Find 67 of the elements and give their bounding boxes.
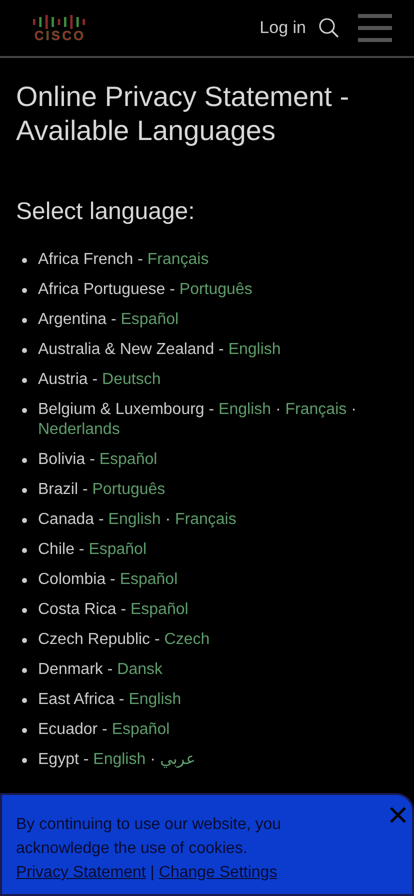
bullet-icon <box>22 488 27 493</box>
language-link[interactable]: Español <box>120 311 179 328</box>
language-link[interactable]: Français <box>147 251 209 268</box>
country-name: Colombia - <box>38 571 116 588</box>
language-link[interactable]: Czech <box>164 631 210 648</box>
bullet-icon <box>22 638 27 643</box>
bullet-icon <box>22 258 27 263</box>
bullet-icon <box>22 408 27 413</box>
bullet-icon <box>22 698 27 703</box>
country-name: Costa Rica - <box>38 601 126 618</box>
language-link[interactable]: Français <box>175 511 236 528</box>
country-name: Canada - <box>38 511 104 528</box>
country-name: Australia & New Zealand - <box>38 341 224 358</box>
search-icon[interactable] <box>318 17 340 39</box>
bullet-icon <box>22 608 27 613</box>
language-link[interactable]: Nederlands <box>38 421 120 438</box>
language-link[interactable]: Deutsch <box>102 371 161 388</box>
country-name: Chile - <box>38 541 84 558</box>
menu-icon[interactable] <box>358 13 392 43</box>
language-link[interactable]: Français <box>285 401 347 418</box>
language-link[interactable]: Dansk <box>117 661 162 678</box>
bullet-icon <box>22 318 27 323</box>
login-link[interactable]: Log in <box>260 18 306 38</box>
page-title: Online Privacy Statement - Available Languages <box>16 80 350 148</box>
country-name: Africa French - <box>38 251 143 268</box>
cookie-notice: By continuing to use our website, you acknowledge the use of cookies. Privacy Statement | Change Settings <box>16 815 282 883</box>
bullet-icon <box>22 578 27 583</box>
language-link[interactable]: Español <box>88 541 147 558</box>
close-icon[interactable] <box>388 805 408 825</box>
country-name: Czech Republic - <box>38 631 160 648</box>
bullet-icon <box>22 758 27 763</box>
bullet-icon <box>22 518 27 523</box>
language-link[interactable]: English <box>218 401 272 418</box>
bullet-icon <box>22 288 27 293</box>
separator-dot: · <box>351 401 356 418</box>
separator-dot: · <box>275 401 281 418</box>
language-link[interactable]: Español <box>99 451 158 468</box>
language-link[interactable]: Português <box>92 481 166 498</box>
separator-dot: · <box>165 511 171 528</box>
bullet-icon <box>22 668 27 673</box>
separator-dot: · <box>150 751 156 768</box>
language-link[interactable]: Español <box>120 571 178 588</box>
country-name: Africa Portuguese - <box>38 281 175 298</box>
language-link[interactable]: English <box>108 511 161 528</box>
language-link[interactable]: English <box>93 751 146 768</box>
country-name: Bolivia - <box>38 451 95 468</box>
country-name: East Africa - <box>38 691 124 708</box>
language-link[interactable]: عربي <box>160 751 196 768</box>
country-name: Brazil - <box>38 481 88 498</box>
section-heading: Select language: <box>16 198 196 226</box>
language-link[interactable]: English <box>228 341 281 358</box>
bullet-icon <box>22 348 27 353</box>
bullet-icon <box>22 378 27 383</box>
language-link[interactable]: English <box>128 691 182 708</box>
language-link[interactable]: Português <box>179 281 252 298</box>
country-name: Argentina - <box>38 311 116 328</box>
language-link[interactable]: Español <box>112 721 170 738</box>
language-link[interactable]: Español <box>130 601 188 618</box>
bullet-icon <box>22 728 27 733</box>
bullet-icon <box>22 548 27 553</box>
bullet-icon <box>22 458 27 463</box>
country-name: Belgium & Luxembourg - <box>38 401 214 418</box>
country-name: Denmark - <box>38 661 113 678</box>
country-name: Egypt - <box>38 751 89 768</box>
country-name: Austria - <box>38 371 98 388</box>
country-name: Ecuador - <box>38 721 108 738</box>
logo-bars-icon <box>32 13 88 29</box>
